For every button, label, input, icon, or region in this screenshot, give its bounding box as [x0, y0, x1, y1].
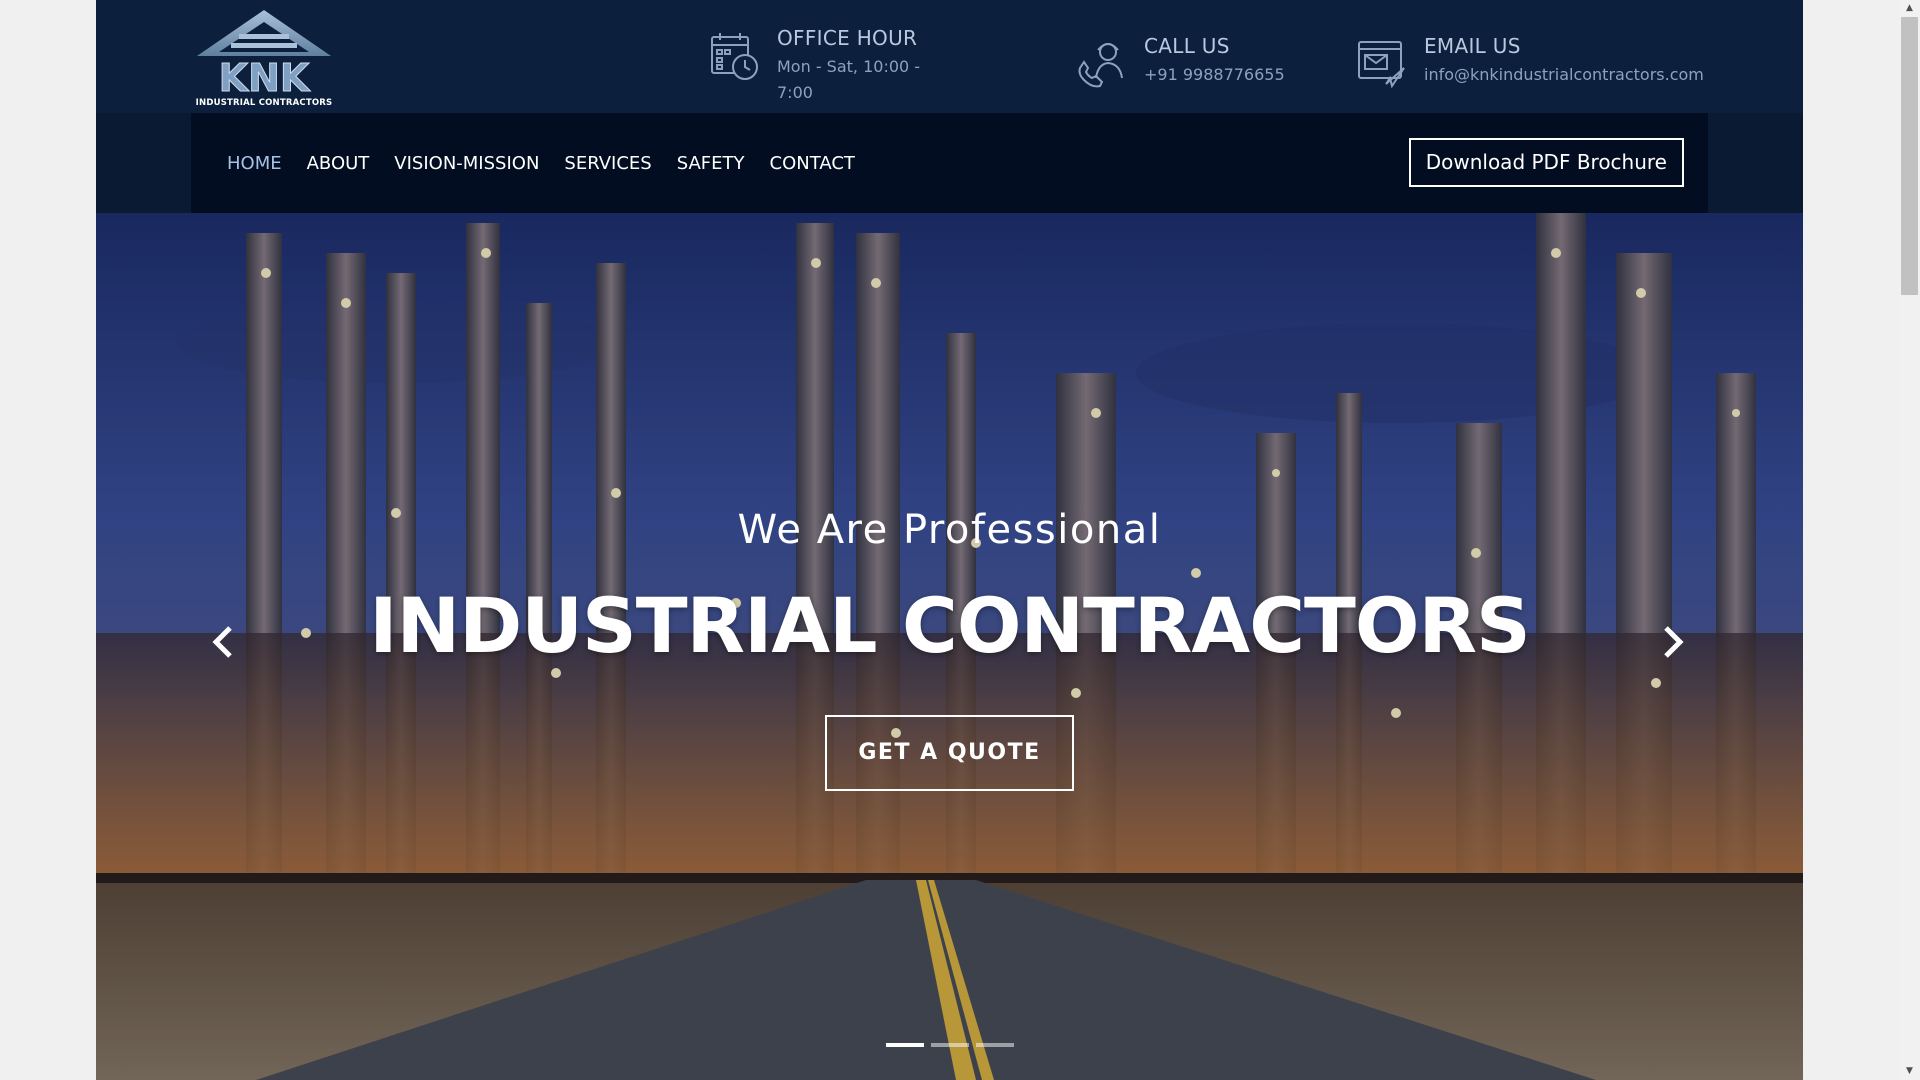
- get-a-quote-button[interactable]: GET A QUOTE: [825, 715, 1074, 791]
- scroll-down-arrow-icon[interactable]: ▼: [1899, 1063, 1920, 1080]
- slider-prev-arrow-icon[interactable]: [208, 622, 238, 662]
- email-us-title: EMAIL US: [1424, 34, 1521, 58]
- svg-text:KNK: KNK: [219, 56, 311, 100]
- email-icon: [1358, 41, 1405, 89]
- nav-item-safety[interactable]: SAFETY: [677, 153, 745, 174]
- office-hours-value: Mon - Sat, 10:00 - 7:00: [777, 57, 921, 102]
- slide-indicator-2[interactable]: [931, 1043, 969, 1047]
- hero-title: INDUSTRIAL CONTRACTORS: [369, 581, 1530, 670]
- calendar-clock-icon: [711, 33, 758, 80]
- nav-menu: HOME ABOUT VISION-MISSION SERVICES SAFET…: [227, 113, 880, 213]
- logo-caption: INDUSTRIAL CONTRACTORS: [195, 98, 333, 108]
- vertical-scrollbar[interactable]: ▲ ▼: [1899, 0, 1920, 1080]
- phone-support-icon: [1078, 43, 1123, 88]
- nav-item-home[interactable]: HOME: [227, 153, 282, 174]
- company-logo[interactable]: KNK INDUSTRIAL CONTRACTORS: [191, 8, 337, 108]
- call-us-title: CALL US: [1144, 34, 1230, 58]
- hero-slider: We Are Professional INDUSTRIAL CONTRACTO…: [96, 213, 1803, 1080]
- phone-number[interactable]: +91 9988776655: [1144, 62, 1285, 88]
- email-address[interactable]: info@knkindustrialcontractors.com: [1424, 62, 1704, 88]
- slide-indicator-1[interactable]: [886, 1043, 924, 1047]
- call-us-info: CALL US +91 9988776655: [1076, 34, 1285, 90]
- nav-item-contact[interactable]: CONTACT: [770, 153, 855, 174]
- slide-indicator-3[interactable]: [976, 1043, 1014, 1047]
- logo-mark: KNK: [197, 10, 331, 101]
- nav-item-vision-mission[interactable]: VISION-MISSION: [394, 153, 539, 174]
- hero-subtitle: We Are Professional: [737, 507, 1162, 553]
- office-hours-info: OFFICE HOUR Mon - Sat, 10:00 - 7:00: [709, 26, 937, 106]
- slider-indicators: [886, 1043, 1021, 1047]
- slider-next-arrow-icon[interactable]: [1658, 622, 1688, 662]
- office-hours-title: OFFICE HOUR: [777, 26, 918, 50]
- main-navigation: HOME ABOUT VISION-MISSION SERVICES SAFET…: [191, 113, 1708, 213]
- email-us-info: EMAIL US info@knkindustrialcontractors.c…: [1356, 34, 1704, 90]
- scrollbar-thumb[interactable]: [1901, 17, 1918, 295]
- page: KNK INDUSTRIAL CONTRACTORS OFFICE HOUR M…: [96, 0, 1803, 1080]
- scroll-up-arrow-icon[interactable]: ▲: [1899, 0, 1920, 17]
- download-brochure-button[interactable]: Download PDF Brochure: [1408, 138, 1684, 187]
- nav-item-services[interactable]: SERVICES: [564, 153, 651, 174]
- top-header: KNK INDUSTRIAL CONTRACTORS OFFICE HOUR M…: [96, 0, 1803, 113]
- nav-item-about[interactable]: ABOUT: [307, 153, 370, 174]
